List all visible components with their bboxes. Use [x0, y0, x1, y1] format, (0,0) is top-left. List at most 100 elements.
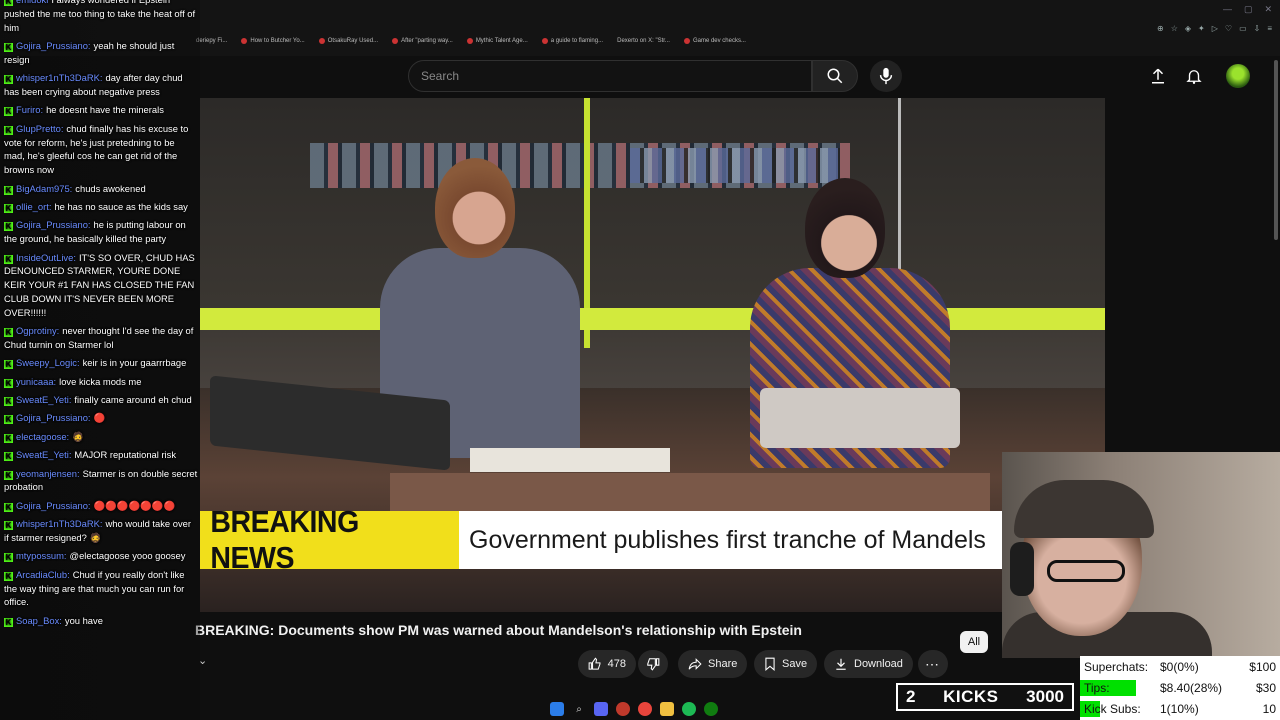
kicks-count: 2 [906, 687, 916, 706]
voice-search-button[interactable] [870, 60, 902, 92]
chat-message: K Soap_Box: you have [4, 614, 198, 628]
chat-message: K Gojira_Prussiano: yeah he should just re… [4, 39, 198, 67]
bookmark-item[interactable]: Dexerto on X: "Str... [617, 38, 670, 44]
chat-message: Kollie_ort: he has no sauce as the kids s… [4, 200, 198, 214]
chip-all[interactable]: All [960, 631, 988, 653]
play-icon[interactable]: ▷ [1212, 24, 1218, 33]
bookmark-item[interactable]: Game dev checks... [683, 38, 746, 44]
close-icon[interactable]: ✕ [1264, 4, 1272, 15]
notifications-button[interactable] [1182, 64, 1206, 88]
share-icon [688, 658, 702, 670]
kick-badge-icon: K [4, 222, 13, 232]
bookmark-item[interactable]: OtsakuRay Used... [318, 38, 378, 44]
chat-message: K Sweepy_Logic: keir is in your gaarrrbage [4, 356, 198, 370]
dislike-button[interactable] [638, 650, 668, 678]
puzzle-icon[interactable]: ✦ [1198, 24, 1205, 33]
chat-username[interactable]: SweatE_Yeti: [16, 394, 71, 405]
chat-username[interactable]: ollie_ort: [16, 201, 51, 212]
chat-username[interactable]: yunicaaa: [16, 376, 56, 387]
bookmark-item[interactable]: deriepy Fi... [196, 38, 227, 44]
bookmark-item[interactable]: How to Butcher Yo... [241, 38, 305, 44]
windows-start-icon[interactable] [550, 702, 564, 716]
desk-light-strip [200, 308, 1105, 330]
kicks-goal-value: 3000 [1026, 687, 1064, 706]
zoom-icon[interactable]: ⊕ [1157, 24, 1164, 33]
chat-text: he doesnt have the minerals [46, 104, 164, 116]
bookmark-label: Dexerto on X: "Str... [617, 38, 670, 44]
maximize-icon[interactable]: ▢ [1244, 4, 1253, 15]
chat-message: K Gojira_Prussiano: 🔴 [4, 411, 198, 425]
chat-username[interactable]: Sweepy_Logic: [16, 357, 80, 368]
spotify-icon[interactable] [682, 702, 696, 716]
chat-username[interactable]: mtypossum: [16, 550, 67, 561]
chat-message: Kelectagoose: 🧔 [4, 430, 198, 444]
like-count: 478 [607, 658, 626, 670]
bookmark-icon [765, 657, 775, 671]
thumbs-down-icon [647, 658, 660, 671]
account-avatar[interactable] [1226, 64, 1250, 88]
chat-text: finally came around eh chud [74, 394, 192, 406]
stat-goal: 10 [1262, 702, 1276, 716]
kick-badge-icon: K [4, 42, 13, 52]
microphone-icon [879, 67, 893, 85]
kick-badge-icon: K [4, 397, 13, 407]
kick-badge-icon: K [4, 107, 13, 117]
xbox-icon[interactable] [704, 702, 718, 716]
more-actions-button[interactable]: ⋯ [918, 650, 948, 678]
kick-badge-icon: K [4, 125, 13, 135]
like-button[interactable]: 478 [578, 650, 636, 678]
bookmark-item[interactable]: a guide to flaming... [541, 38, 603, 44]
stat-value: $0(0%) [1160, 660, 1199, 674]
chat-username[interactable]: BigAdam975: [16, 183, 72, 194]
stat-value: 1(10%) [1160, 702, 1199, 716]
save-button[interactable]: Save [754, 650, 818, 678]
search-icon[interactable]: ⌕ [572, 702, 586, 716]
window-controls: — ▢ ✕ [1223, 4, 1272, 15]
shield-icon[interactable]: ◈ [1185, 24, 1191, 33]
chat-username[interactable]: Ogprotiny: [16, 325, 59, 336]
obs-icon[interactable] [616, 702, 630, 716]
share-button[interactable]: Share [678, 650, 748, 678]
minimize-icon[interactable]: — [1223, 4, 1232, 15]
chat-username[interactable]: Gojira_Prussiano: [16, 412, 91, 423]
breaking-news-banner: BREAKING NEWS Government publishes first… [200, 504, 1002, 575]
folder-icon[interactable] [660, 702, 674, 716]
chat-username[interactable]: whisper1nTh3DaRK: [16, 518, 103, 529]
chat-username[interactable]: InsideOutLive: [16, 252, 76, 263]
chat-username[interactable]: whisper1nTh3DaRK: [16, 72, 103, 83]
chat-message: K BigAdam975: chuds awokened [4, 182, 198, 196]
kick-badge-icon: K [4, 378, 13, 388]
search-button[interactable] [812, 60, 858, 92]
chat-username[interactable]: Soap_Box: [16, 615, 62, 626]
chat-username[interactable]: GlupPretto: [16, 123, 63, 134]
menu-icon[interactable]: ≡ [1267, 24, 1272, 33]
chat-username[interactable]: SweatE_Yeti: [16, 449, 71, 460]
chat-username[interactable]: Gojira_Prussiano: [16, 40, 91, 51]
more-icon: ⋯ [925, 655, 939, 672]
create-button[interactable] [1146, 64, 1170, 88]
chat-username[interactable]: ArcadiaClub: [16, 569, 70, 580]
chat-username[interactable]: Furiro: [16, 104, 43, 115]
download-label: Download [854, 658, 903, 670]
chat-username[interactable]: Gojira_Prussiano: [16, 219, 91, 230]
bookmark-item[interactable]: Mythic Talent Age... [466, 38, 528, 44]
star-icon[interactable]: ☆ [1171, 24, 1178, 33]
discord-icon[interactable] [594, 702, 608, 716]
breaking-label-text: BREAKING NEWS [210, 504, 359, 575]
bookmark-icon[interactable]: ▭ [1239, 24, 1247, 33]
kick-badge-icon: K [4, 470, 13, 480]
chat-username[interactable]: Gojira_Prussiano: [16, 500, 91, 511]
search-input[interactable]: Search [408, 60, 812, 92]
bookmark-item[interactable]: After "parting way... [392, 38, 453, 44]
chat-username[interactable]: emidoki [16, 0, 48, 5]
page-scrollbar[interactable] [1274, 60, 1278, 240]
heart-icon[interactable]: ♡ [1225, 24, 1232, 33]
download-button[interactable]: Download [824, 650, 913, 678]
chat-username[interactable]: electagoose: [16, 431, 69, 442]
chat-overlay: KemidokiI always wondered if Epstein pus… [0, 0, 200, 720]
download-icon[interactable]: ⇩ [1254, 24, 1261, 33]
stat-label: Tips: [1084, 681, 1110, 695]
chrome-icon[interactable] [638, 702, 652, 716]
chat-text: you have [64, 614, 103, 626]
chat-username[interactable]: yeomanjensen: [16, 468, 80, 479]
